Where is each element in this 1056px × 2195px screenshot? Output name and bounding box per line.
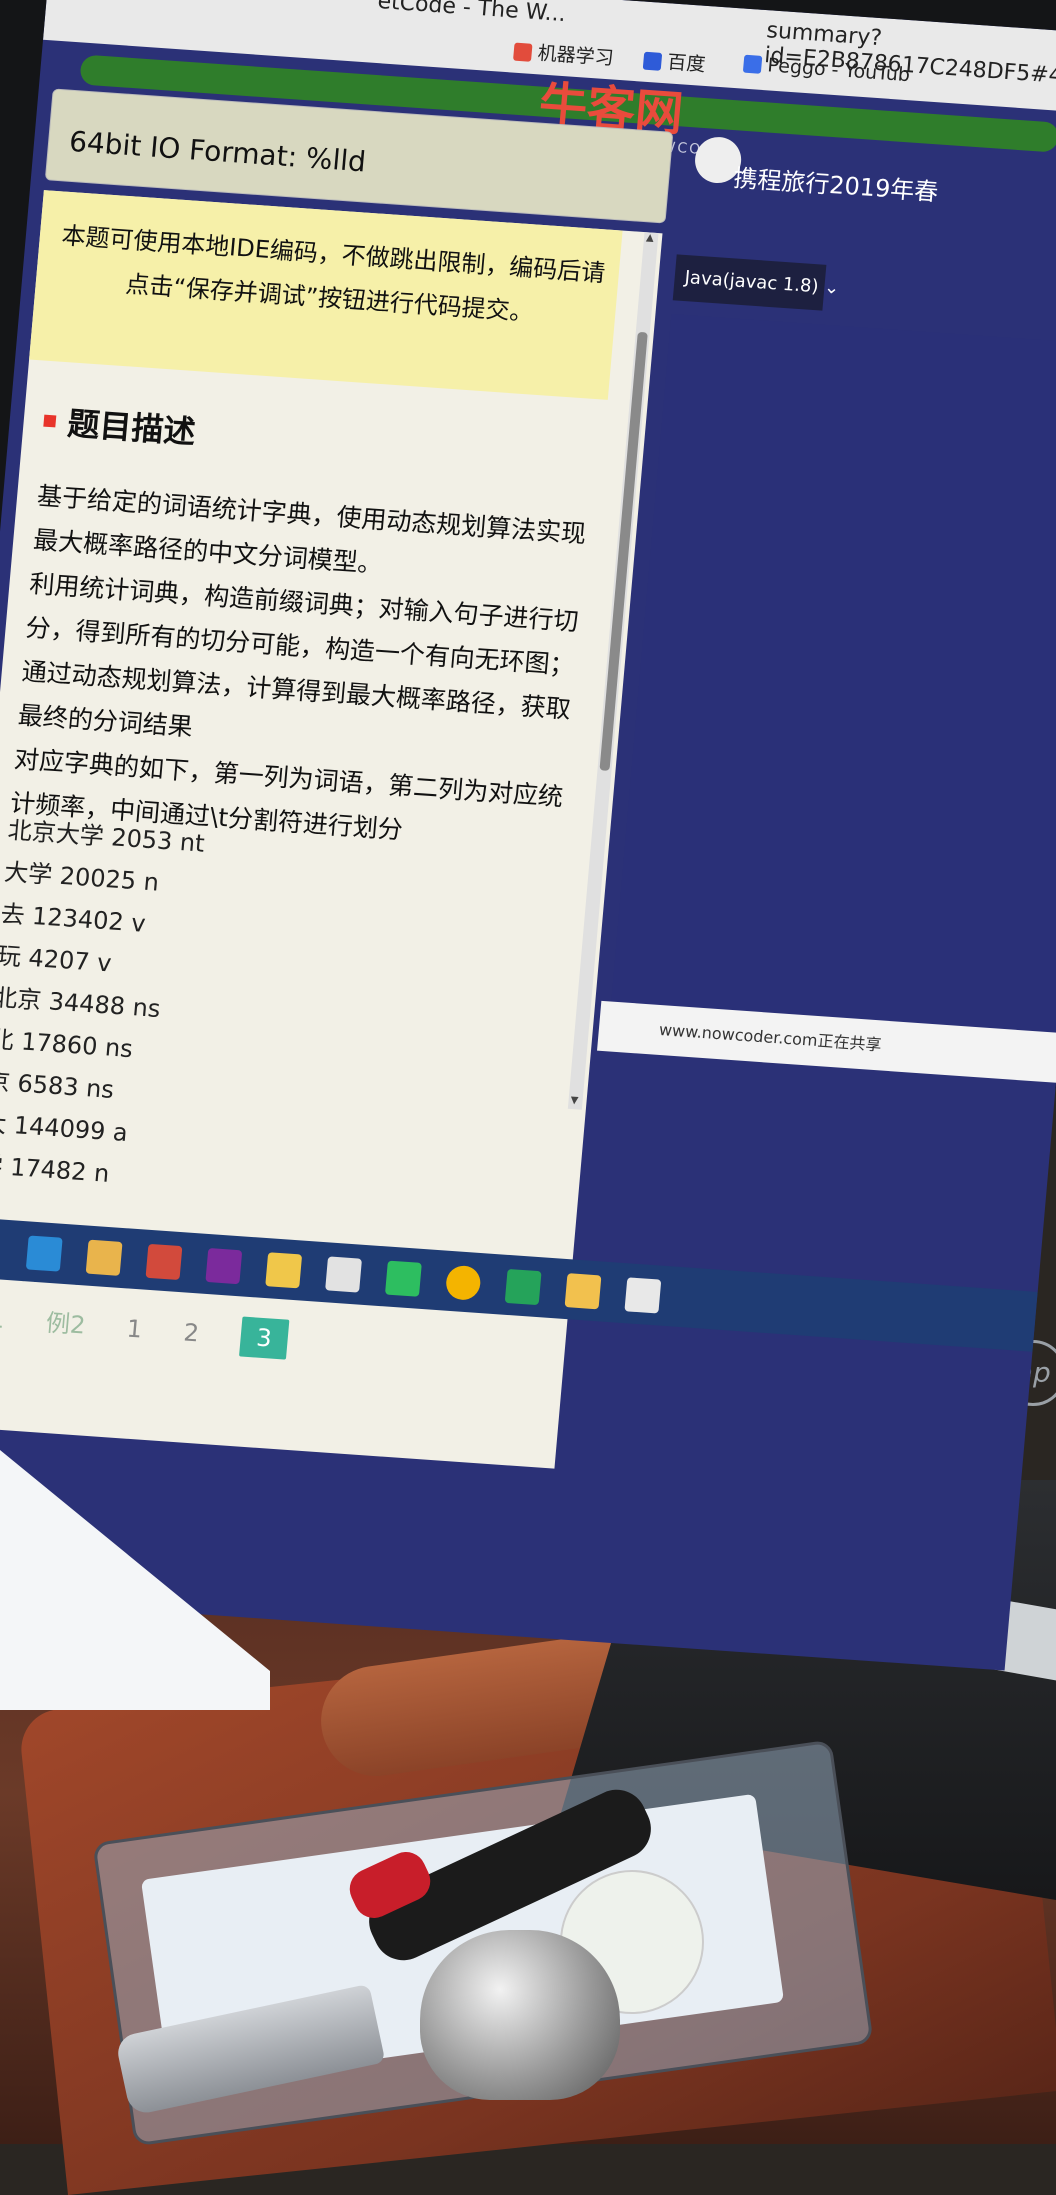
io-format-text: 64bit IO Format: %lld [67,124,368,179]
section-title-text: 题目描述 [66,404,198,452]
contest-banner[interactable]: 携程旅行2019年春 [732,158,940,207]
monitor-screen: etCode - The W... summary?id=E2B878617C2… [0,0,1056,1671]
answer-card-pager: 例1 例2 1 2 3 [0,1297,323,1362]
ide-notice: 本题可使用本地IDE编码，不做跳出限制，编码后请点击“保存并调试”按钮进行代码提… [29,190,623,400]
todo-icon[interactable] [145,1243,183,1281]
app-icon[interactable] [624,1277,662,1314]
language-select[interactable]: Java(javac 1.8) ⌄ [672,254,840,311]
app-icon[interactable] [504,1268,542,1306]
section-title: 题目描述 [42,397,198,453]
problem-description: 基于给定的词语统计字典，使用动态规划算法实现最大概率路径的中文分词模型。 利用统… [8,474,597,864]
page-example-2[interactable]: 例2 [45,1303,87,1341]
bookmark-icon [512,42,533,62]
folder-icon[interactable] [85,1239,123,1276]
page-example-1[interactable]: 例1 [0,1297,6,1335]
baidu-paw-icon [642,51,663,71]
code-editor[interactable] [610,314,1056,1043]
notes-icon[interactable] [265,1252,303,1289]
language-label: Java(javac 1.8) [683,267,820,298]
onenote-icon[interactable] [205,1247,243,1285]
pig-keychain [420,1930,620,2100]
page-1[interactable]: 1 [126,1315,144,1344]
page-3-active[interactable]: 3 [238,1316,290,1360]
app-icon[interactable] [384,1260,422,1297]
dictionary-list: 北京大学 2053 nt 大学 20025 n 去 123402 v 玩 420… [0,809,206,1199]
ide-notice-text: 本题可使用本地IDE编码，不做跳出限制，编码后请点击“保存并调试”按钮进行代码提… [60,221,607,327]
scroll-down-icon[interactable]: ▼ [570,1095,579,1106]
app-icon[interactable] [325,1256,362,1293]
scroll-up-icon[interactable]: ▲ [646,232,655,243]
bookmark-label: 百度 [666,51,707,76]
explorer-icon[interactable] [25,1235,63,1272]
section-marker-icon [43,414,57,428]
chrome-icon[interactable] [444,1264,482,1301]
chevron-down-icon: ⌄ [823,276,841,299]
browser-tab[interactable]: etCode - The W... [377,0,567,27]
peggo-icon [742,54,763,74]
app-icon[interactable] [564,1273,602,1310]
screen-share-text: www.nowcoder.com正在共享 [658,1019,883,1055]
page-2[interactable]: 2 [182,1319,200,1348]
